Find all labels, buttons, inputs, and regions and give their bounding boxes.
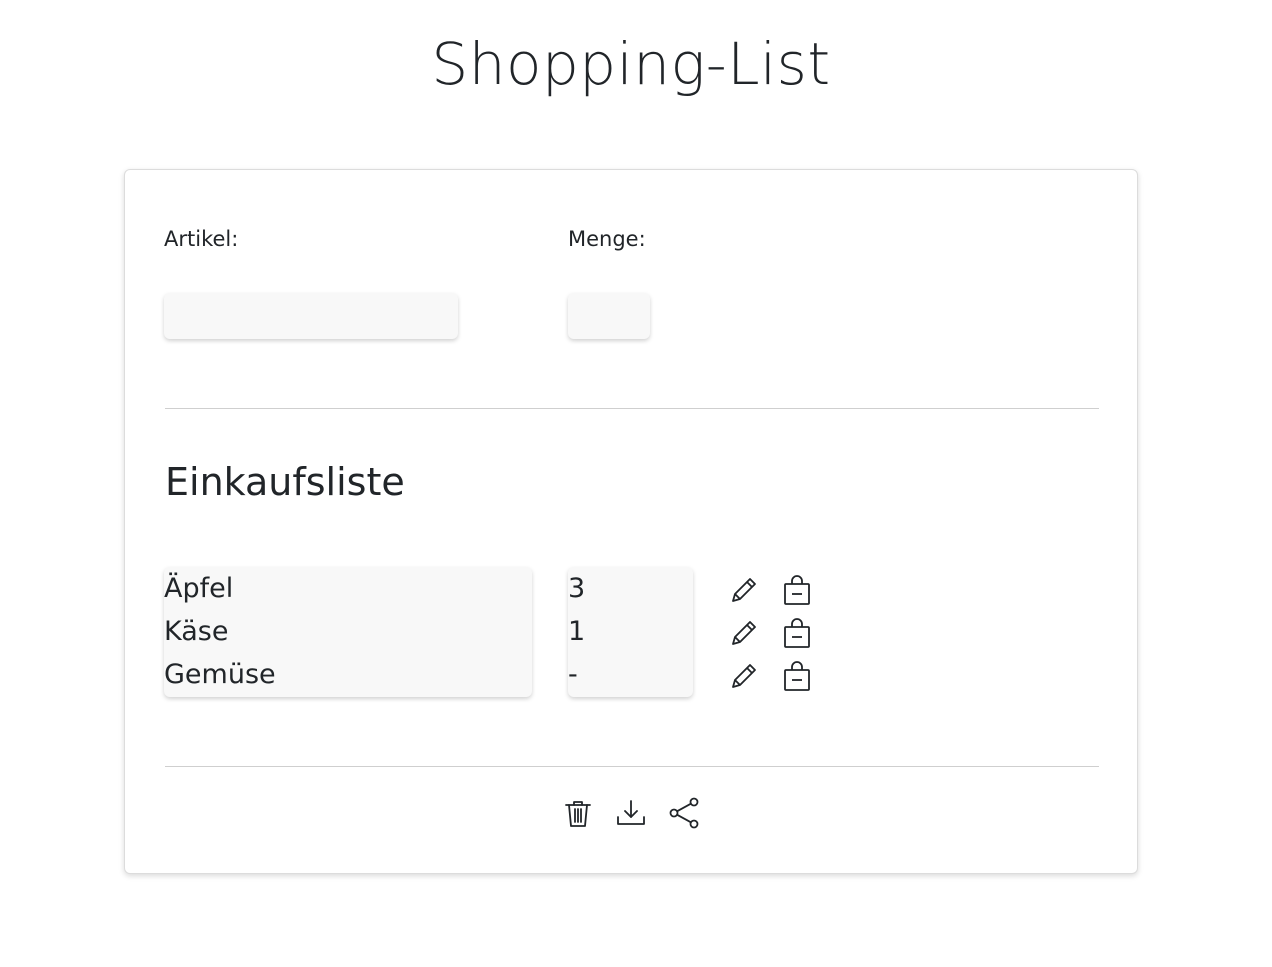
remove-item-button[interactable] [780,573,814,607]
quantity-input[interactable] [568,293,650,339]
pencil-icon [732,578,756,602]
edit-item-button[interactable] [727,573,761,607]
trash-icon [565,801,591,827]
item-name: Gemüse [164,659,276,690]
item-quantities-box: 3 1 - [568,567,693,697]
bag-dash-icon [784,575,810,605]
divider-top [165,408,1099,409]
pencil-icon [732,621,756,645]
item-quantity: 1 [568,616,586,647]
share-button[interactable] [667,796,701,830]
download-icon [617,800,645,825]
article-label: Artikel: [164,227,239,251]
list-title: Einkaufsliste [165,460,405,504]
remove-item-button[interactable] [780,616,814,650]
item-quantity: - [568,659,578,690]
bag-dash-icon [784,661,810,691]
download-button[interactable] [614,796,648,830]
article-input[interactable] [164,293,458,339]
edit-item-button[interactable] [727,616,761,650]
share-icon [669,797,699,829]
bag-dash-icon [784,618,810,648]
item-names-box: Äpfel Käse Gemüse [164,567,532,697]
clear-list-button[interactable] [561,796,595,830]
quantity-label: Menge: [568,227,646,251]
remove-item-button[interactable] [780,659,814,693]
item-name: Äpfel [164,573,234,604]
page-title: Shopping-List [431,30,831,98]
shopping-card: Artikel: Menge: Einkaufsliste Äpfel Käse… [124,169,1138,874]
item-name: Käse [164,616,229,647]
divider-bottom [165,766,1099,767]
pencil-icon [732,664,756,688]
edit-item-button[interactable] [727,659,761,693]
item-quantity: 3 [568,573,586,604]
